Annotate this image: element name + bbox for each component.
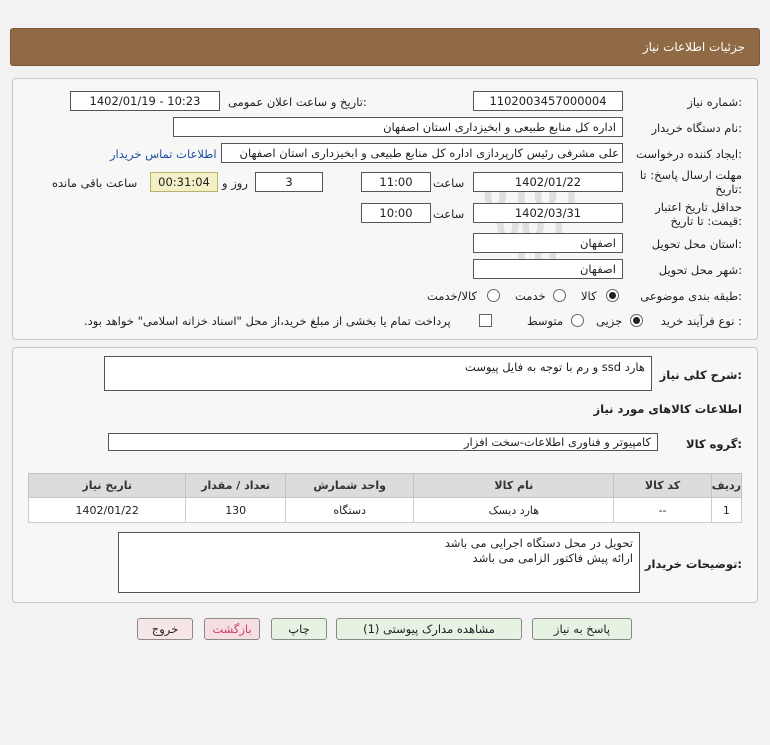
col-name: نام کالا — [413, 473, 615, 498]
table-row: 1 -- هارد دیسک دستگاه 130 1402/01/22 — [27, 497, 743, 523]
province-label: استان محل تحویل: — [651, 237, 742, 251]
category-label: طبقه بندی موضوعی: — [640, 289, 742, 303]
buyer-label: نام دستگاه خریدار: — [651, 121, 742, 135]
validity-time-field: 10:00 — [361, 203, 431, 223]
city-label: شهر محل تحویل: — [658, 263, 742, 277]
days-label: روز و — [222, 176, 248, 190]
category-radio-service[interactable] — [553, 289, 566, 302]
category-option-goods: کالا — [581, 289, 597, 303]
province-field: اصفهان — [473, 233, 623, 253]
announce-label: تاریخ و ساعت اعلان عمومی: — [228, 95, 367, 109]
validity-time-label: ساعت — [433, 207, 465, 221]
creator-field: علی مشرفی رئیس کارپردازی اداره کل منابع … — [221, 143, 623, 163]
buyer-note-line: تحویل در محل دستگاه اجرایی می باشد — [444, 536, 633, 550]
cell-date: 1402/01/22 — [27, 497, 187, 523]
deadline-label-2: تاریخ: — [715, 182, 742, 196]
goods-group-field: کامپیوتر و فناوری اطلاعات-سخت افزار — [108, 433, 658, 451]
col-date: تاریخ نیاز — [27, 473, 187, 498]
validity-label-2: قیمت: تا تاریخ: — [670, 214, 742, 228]
deadline-date-field: 1402/01/22 — [473, 172, 623, 192]
page-header: جزئیات اطلاعات نیاز — [10, 28, 760, 66]
col-code: کد کالا — [613, 473, 712, 498]
validity-label: حداقل تاریخ اعتبار — [655, 200, 742, 214]
goods-info-heading: اطلاعات کالاهای مورد نیاز — [593, 402, 742, 416]
need-summary-field: هارد ssd و رم با توجه به فایل پیوست — [104, 356, 652, 391]
reply-button[interactable]: پاسخ به نیاز — [532, 618, 632, 640]
days-field: 3 — [255, 172, 323, 192]
col-unit: واحد شمارش — [284, 473, 415, 498]
city-field: اصفهان — [473, 259, 623, 279]
validity-date-field: 1402/03/31 — [473, 203, 623, 223]
goods-table: ردیف کد کالا نام کالا واحد شمارش تعداد /… — [27, 473, 743, 523]
print-button[interactable]: چاپ — [271, 618, 327, 640]
category-radio-goods[interactable] — [606, 289, 619, 302]
remaining-label: ساعت باقی مانده — [52, 176, 138, 190]
attachments-button[interactable]: مشاهده مدارک پیوستی (1) — [336, 618, 522, 640]
need-number-label: شماره نیاز: — [687, 95, 742, 109]
cell-name: هارد دیسک — [413, 497, 615, 523]
buyer-contact-link[interactable]: اطلاعات تماس خریدار — [110, 147, 217, 161]
process-radio-medium[interactable] — [571, 314, 584, 327]
cell-code: -- — [613, 497, 712, 523]
exit-button[interactable]: خروج — [137, 618, 193, 640]
category-option-goods-service: کالا/خدمت — [427, 289, 478, 303]
buyer-note-line: ارائه پیش فاکتور الزامی می باشد — [472, 551, 633, 565]
buyer-field: اداره کل منابع طبیعی و ابخیزداری استان ا… — [173, 117, 623, 137]
process-radio-minor[interactable] — [630, 314, 643, 327]
page-title: جزئیات اطلاعات نیاز — [642, 40, 745, 54]
cell-unit: دستگاه — [284, 497, 415, 523]
goods-group-label: گروه کالا: — [686, 437, 742, 451]
cell-row: 1 — [710, 497, 743, 523]
process-option-medium: متوسط — [527, 314, 564, 328]
treasury-payment-checkbox[interactable] — [479, 314, 492, 327]
need-summary-label: شرح کلی نیاز: — [659, 368, 742, 382]
category-radio-goods-service[interactable] — [487, 289, 500, 302]
category-option-service: خدمت — [515, 289, 546, 303]
cell-qty: 130 — [185, 497, 286, 523]
need-number-field: 1102003457000004 — [473, 91, 623, 111]
col-row: ردیف — [710, 473, 743, 498]
announce-field: 1402/01/19 - 10:23 — [70, 91, 220, 111]
buyer-notes-box: تحویل در محل دستگاه اجرایی می باشد ارائه… — [118, 532, 640, 593]
deadline-time-label: ساعت — [433, 176, 465, 190]
process-option-minor: جزیی — [596, 314, 623, 328]
deadline-time-field: 11:00 — [361, 172, 431, 192]
deadline-label: مهلت ارسال پاسخ: تا — [639, 168, 742, 182]
process-label: نوع فرآیند خرید : — [660, 314, 742, 328]
col-qty: تعداد / مقدار — [185, 473, 286, 498]
back-button[interactable]: بازگشت — [204, 618, 260, 640]
remaining-time-field: 00:31:04 — [150, 172, 218, 192]
buyer-notes-label: توضیحات خریدار: — [644, 557, 742, 571]
creator-label: ایجاد کننده درخواست: — [636, 147, 742, 161]
goods-table-header: ردیف کد کالا نام کالا واحد شمارش تعداد /… — [27, 473, 743, 498]
treasury-payment-note: پرداخت تمام یا بخشی از مبلغ خرید،از محل … — [84, 314, 451, 328]
